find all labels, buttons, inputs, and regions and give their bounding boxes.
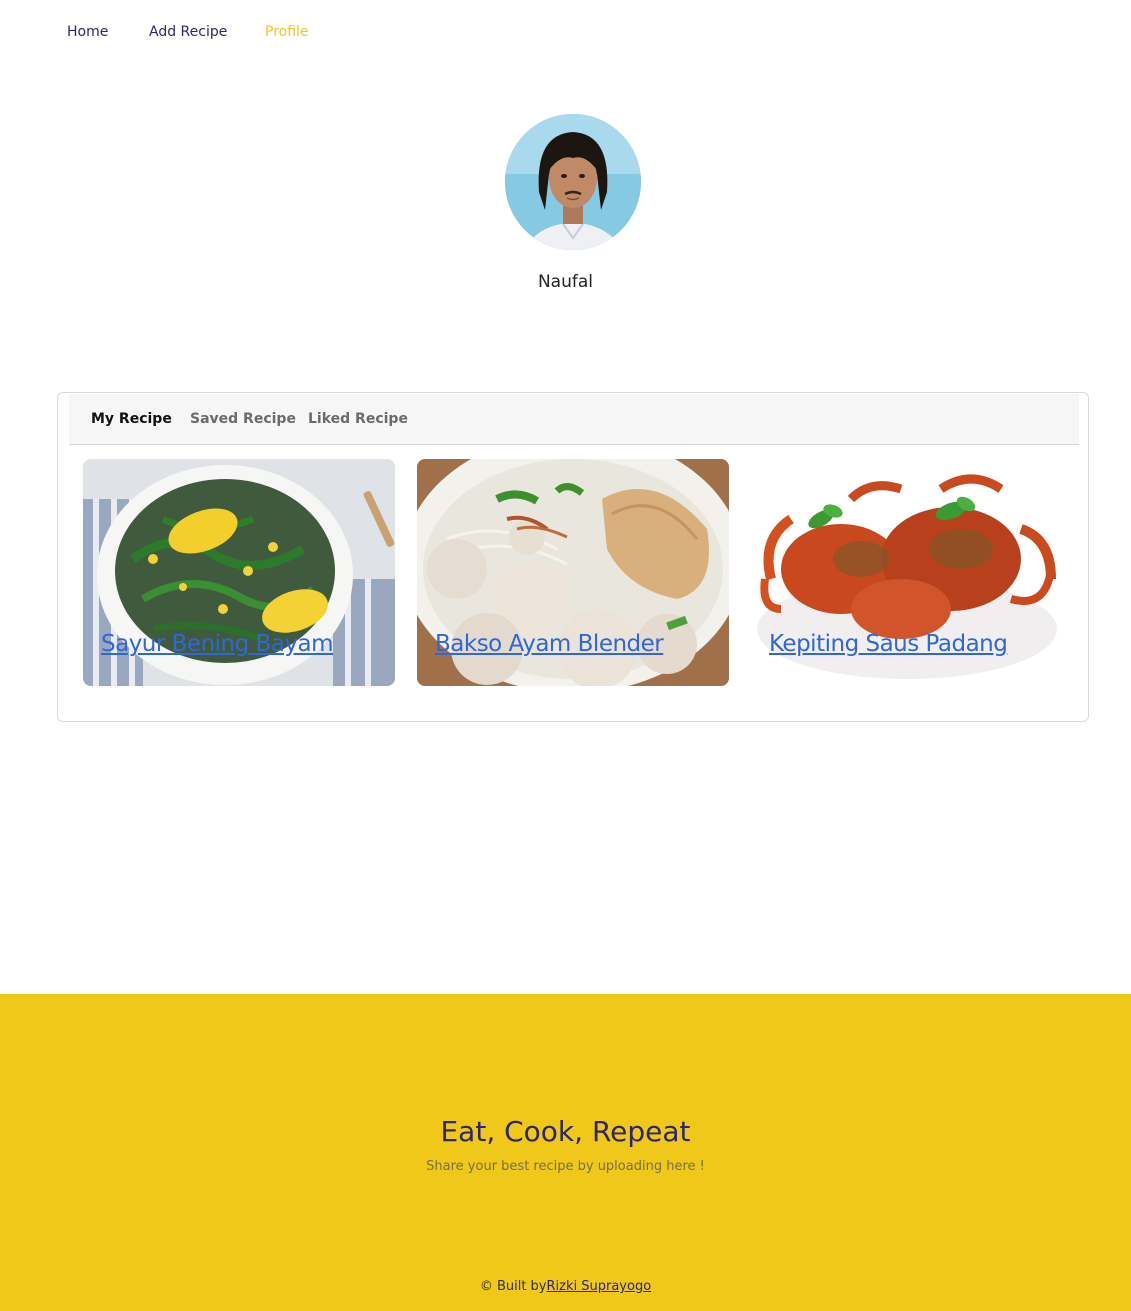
nav-profile-link[interactable]: Profile bbox=[265, 24, 309, 40]
recipe-card[interactable]: Kepiting Saus Padang bbox=[751, 459, 1063, 686]
footer-tagline: Eat, Cook, Repeat bbox=[440, 1115, 691, 1148]
footer: Eat, Cook, Repeat Share your best recipe… bbox=[0, 994, 1131, 1311]
profile-username: Naufal bbox=[537, 272, 594, 292]
recipe-card[interactable]: Bakso Ayam Blender bbox=[417, 459, 729, 686]
recipe-title-link[interactable]: Kepiting Saus Padang bbox=[769, 631, 1008, 657]
footer-credit-prefix: © Built by bbox=[479, 1279, 547, 1294]
recipe-tabs-card: My Recipe Saved Recipe Liked Recipe Sayu… bbox=[57, 392, 1089, 722]
top-navbar: Home Add Recipe Profile bbox=[0, 0, 1131, 66]
tab-liked-recipe[interactable]: Liked Recipe bbox=[308, 411, 408, 427]
tab-saved-recipe[interactable]: Saved Recipe bbox=[190, 411, 296, 427]
footer-author-link[interactable]: Rizki Suprayogo bbox=[547, 1279, 652, 1294]
nav-home-link[interactable]: Home bbox=[67, 24, 108, 40]
recipe-card[interactable]: Sayur Bening Bayam bbox=[83, 459, 395, 686]
avatar bbox=[505, 114, 641, 250]
recipe-title-link[interactable]: Bakso Ayam Blender bbox=[435, 631, 664, 657]
footer-subtitle: Share your best recipe by uploading here… bbox=[426, 1159, 705, 1174]
footer-credit: © Built byRizki Suprayogo bbox=[0, 1279, 1131, 1294]
tab-bar: My Recipe Saved Recipe Liked Recipe bbox=[69, 394, 1079, 445]
nav-add-recipe-link[interactable]: Add Recipe bbox=[149, 24, 227, 40]
recipe-title-link[interactable]: Sayur Bening Bayam bbox=[101, 631, 334, 657]
tab-my-recipe[interactable]: My Recipe bbox=[91, 411, 172, 427]
